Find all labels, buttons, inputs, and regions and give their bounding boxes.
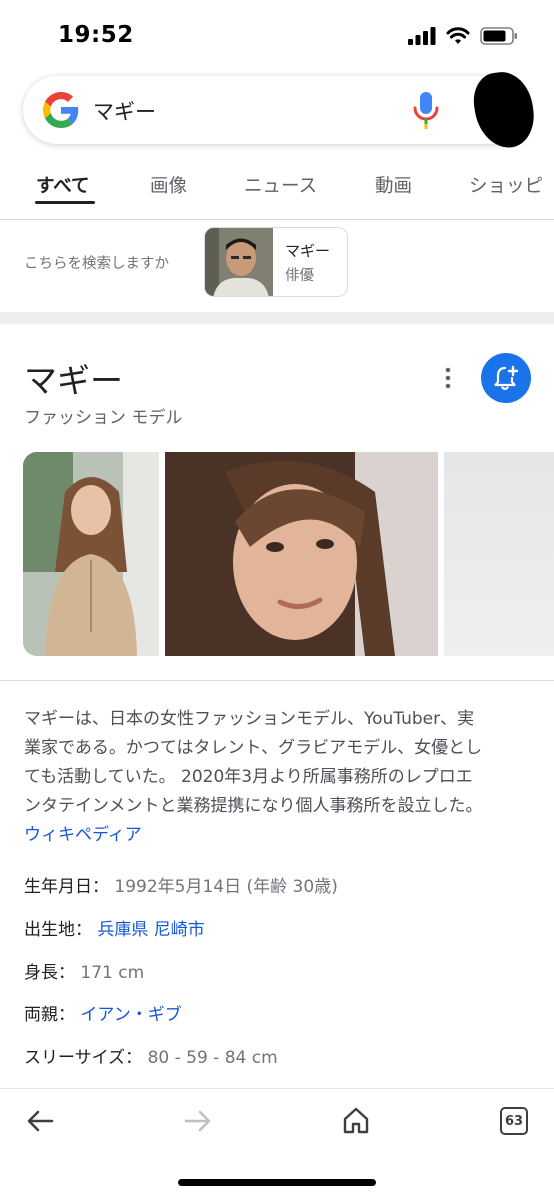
image-thumbnail-2[interactable] — [165, 452, 438, 656]
fact-height: 身長： 171 cm — [24, 958, 144, 983]
home-icon[interactable] — [342, 1106, 370, 1134]
section-separator — [0, 312, 554, 324]
fact-label: 生年月日： — [24, 877, 109, 897]
suggestion-chip-subtitle: 俳優 — [285, 268, 314, 284]
tab-all[interactable]: すべて — [36, 172, 89, 198]
knowledge-panel-subtitle: ファッション モデル — [24, 408, 183, 428]
forward-arrow-icon[interactable] — [184, 1109, 212, 1133]
signal-icon — [408, 27, 436, 45]
fact-value: 80 - 59 - 84 cm — [147, 1048, 278, 1068]
wifi-icon — [446, 27, 470, 44]
browser-bottom-bar: 63 — [0, 1088, 554, 1200]
fact-label: 両親： — [24, 1005, 75, 1025]
fact-birthdate: 生年月日： 1992年5月14日 (年齢 30歳) — [24, 872, 338, 897]
search-box[interactable]: マギー — [23, 68, 539, 152]
status-icons — [408, 26, 518, 46]
fact-label: スリーサイズ： — [24, 1048, 143, 1068]
wikipedia-link[interactable]: ウィキペディア — [24, 821, 534, 850]
parent-link[interactable]: イアン・ギブ — [80, 1005, 181, 1025]
suggestion-photo — [205, 228, 273, 296]
description-line: ても活動していた。 2020年3月より所属事務所のレプロエ — [24, 767, 473, 787]
knowledge-panel-description: マギーは、日本の女性ファッションモデル、YouTuber、実 業家である。かつて… — [24, 705, 534, 850]
back-arrow-icon[interactable] — [26, 1109, 54, 1133]
active-tab-indicator — [35, 201, 95, 204]
knowledge-panel-title: マギー — [24, 361, 123, 400]
battery-icon — [480, 27, 517, 45]
description-line: 業家である。かつてはタレント、グラビアモデル、女優とし — [24, 738, 483, 758]
google-logo-icon — [43, 92, 79, 128]
person-photo-icon — [205, 228, 273, 296]
status-bar: 19:52 — [0, 0, 554, 70]
fact-measurements: スリーサイズ： 80 - 59 - 84 cm — [24, 1043, 278, 1068]
fact-label: 身長： — [24, 963, 75, 983]
tab-shopping[interactable]: ショッピ — [469, 172, 543, 198]
model-photo-1 — [23, 452, 159, 656]
fact-parents: 両親： イアン・ギブ — [24, 1000, 182, 1025]
fact-label: 出生地： — [24, 920, 92, 940]
more-vert-icon[interactable] — [438, 366, 458, 390]
tab-count: 63 — [504, 1113, 524, 1129]
home-indicator — [178, 1179, 376, 1186]
tab-images[interactable]: 画像 — [150, 172, 187, 198]
knowledge-panel-divider — [0, 680, 554, 681]
follow-button[interactable] — [481, 353, 531, 403]
description-line: マギーは、日本の女性ファッションモデル、YouTuber、実 — [24, 709, 475, 729]
suggestion-row: こちらを検索しますか マギー 俳優 — [0, 220, 554, 312]
bell-plus-icon — [494, 365, 519, 391]
tab-videos[interactable]: 動画 — [375, 172, 412, 198]
fact-value: 1992年5月14日 (年齢 30歳) — [114, 877, 338, 897]
suggestion-label: こちらを検索しますか — [24, 256, 169, 272]
image-thumbnail-3[interactable] — [444, 452, 554, 656]
fact-birthplace: 出生地： 兵庫県 尼崎市 — [24, 915, 205, 940]
search-input[interactable]: マギー — [93, 96, 156, 126]
image-thumbnail-1[interactable] — [23, 452, 159, 656]
suggestion-chip[interactable]: マギー 俳優 — [204, 227, 348, 297]
status-time: 19:52 — [58, 22, 134, 48]
mic-icon[interactable] — [411, 90, 441, 130]
tab-news[interactable]: ニュース — [244, 172, 317, 198]
suggestion-chip-title: マギー — [285, 242, 331, 260]
search-tabs: すべて 画像 ニュース 動画 ショッピ — [0, 160, 554, 220]
description-line: ンタテインメントと業務提携になり個人事務所を設立した。 — [24, 796, 483, 816]
fact-value: 171 cm — [80, 963, 145, 983]
tabs-icon[interactable]: 63 — [500, 1107, 528, 1135]
model-photo-2 — [165, 452, 438, 656]
birthplace-link[interactable]: 兵庫県 尼崎市 — [97, 920, 204, 940]
avatar[interactable] — [469, 68, 539, 152]
